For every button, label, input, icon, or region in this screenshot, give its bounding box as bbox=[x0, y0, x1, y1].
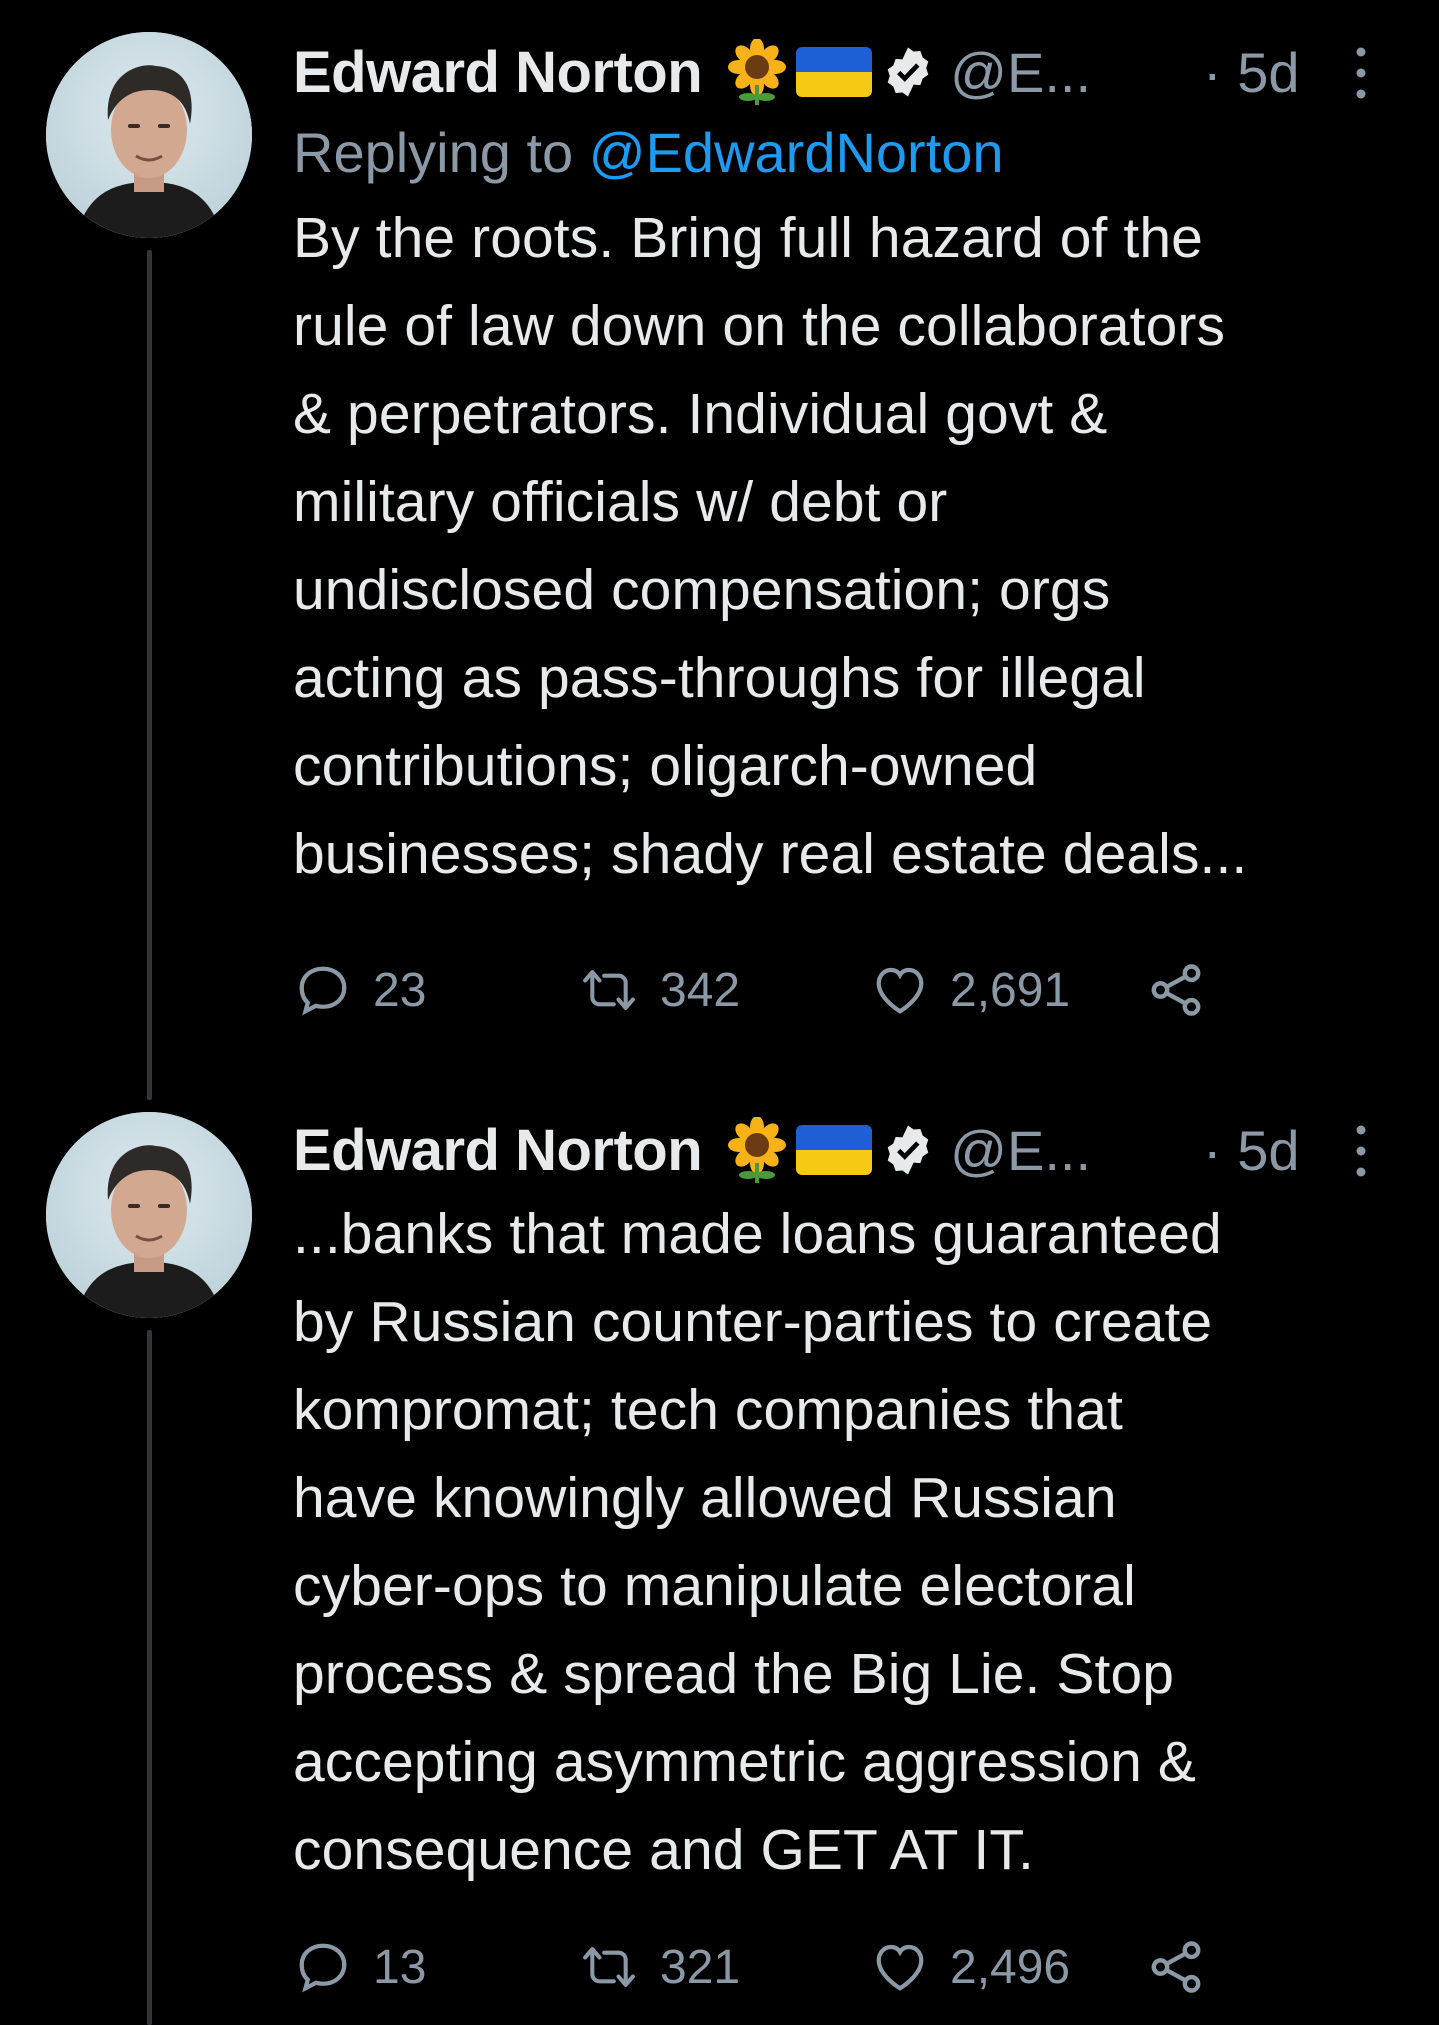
heart-icon bbox=[870, 960, 930, 1020]
reply-button[interactable]: 23 bbox=[293, 955, 426, 1025]
sunflower-icon bbox=[724, 1116, 790, 1183]
tweet-time[interactable]: · 5d bbox=[1203, 1118, 1300, 1183]
tweet-text: ...banks that made loans guaranteed by R… bbox=[293, 1202, 1222, 1882]
thread-line bbox=[147, 250, 152, 1100]
share-button[interactable] bbox=[1145, 955, 1207, 1025]
heart-icon bbox=[870, 1937, 930, 1997]
retweet-button[interactable]: 321 bbox=[578, 1932, 740, 2002]
tweet-time[interactable]: · 5d bbox=[1203, 40, 1300, 105]
replying-to-link[interactable]: @EdwardNorton bbox=[589, 121, 1004, 184]
retweet-count: 321 bbox=[660, 1940, 741, 1994]
replying-to: Replying to @EdwardNorton bbox=[293, 112, 1373, 194]
like-count: 2,691 bbox=[950, 963, 1071, 1017]
share-icon bbox=[1145, 959, 1207, 1021]
author-name[interactable]: Edward Norton bbox=[293, 1117, 703, 1184]
reply-button[interactable]: 13 bbox=[293, 1932, 426, 2002]
sunflower-icon bbox=[724, 38, 790, 105]
author-name[interactable]: Edward Norton bbox=[293, 39, 703, 106]
retweet-button[interactable]: 342 bbox=[578, 955, 740, 1025]
retweet-count: 342 bbox=[660, 963, 741, 1017]
retweet-icon bbox=[578, 960, 640, 1020]
like-button[interactable]: 2,691 bbox=[870, 955, 1070, 1025]
more-options-icon[interactable] bbox=[1351, 1116, 1371, 1186]
reply-count: 13 bbox=[373, 1940, 427, 1994]
reply-icon bbox=[293, 960, 353, 1020]
reply-icon bbox=[293, 1937, 353, 1997]
verified-badge-icon bbox=[880, 1122, 936, 1178]
more-options-icon[interactable] bbox=[1351, 38, 1371, 108]
tweet-content: Edward Norton bbox=[293, 32, 1373, 898]
author-handle[interactable]: @E... bbox=[950, 40, 1091, 105]
verified-badge-icon bbox=[880, 44, 936, 100]
tweet-text: By the roots. Bring full hazard of the r… bbox=[293, 206, 1248, 886]
reply-count: 23 bbox=[373, 963, 427, 1017]
ukraine-flag-icon bbox=[796, 47, 873, 97]
tweet-content: Edward Norton bbox=[293, 1110, 1373, 1894]
tweet-header: Edward Norton @E... · 5d bbox=[293, 1110, 1373, 1190]
tweet-header: Edward Norton @E... · 5d bbox=[293, 32, 1373, 112]
like-button[interactable]: 2,496 bbox=[870, 1932, 1070, 2002]
avatar[interactable] bbox=[46, 1112, 252, 1318]
retweet-icon bbox=[578, 1937, 640, 1997]
ukraine-flag-icon bbox=[796, 1125, 873, 1175]
thread-line bbox=[147, 1330, 152, 2025]
author-handle[interactable]: @E... bbox=[950, 1118, 1091, 1183]
share-button[interactable] bbox=[1145, 1932, 1207, 2002]
tweet-actions: 13 321 2,496 bbox=[293, 1932, 1393, 2002]
tweet-actions: 23 342 2,691 bbox=[293, 955, 1393, 1025]
replying-prefix: Replying to bbox=[293, 121, 589, 184]
avatar[interactable] bbox=[46, 32, 252, 238]
share-icon bbox=[1145, 1936, 1207, 1998]
like-count: 2,496 bbox=[950, 1940, 1071, 1994]
